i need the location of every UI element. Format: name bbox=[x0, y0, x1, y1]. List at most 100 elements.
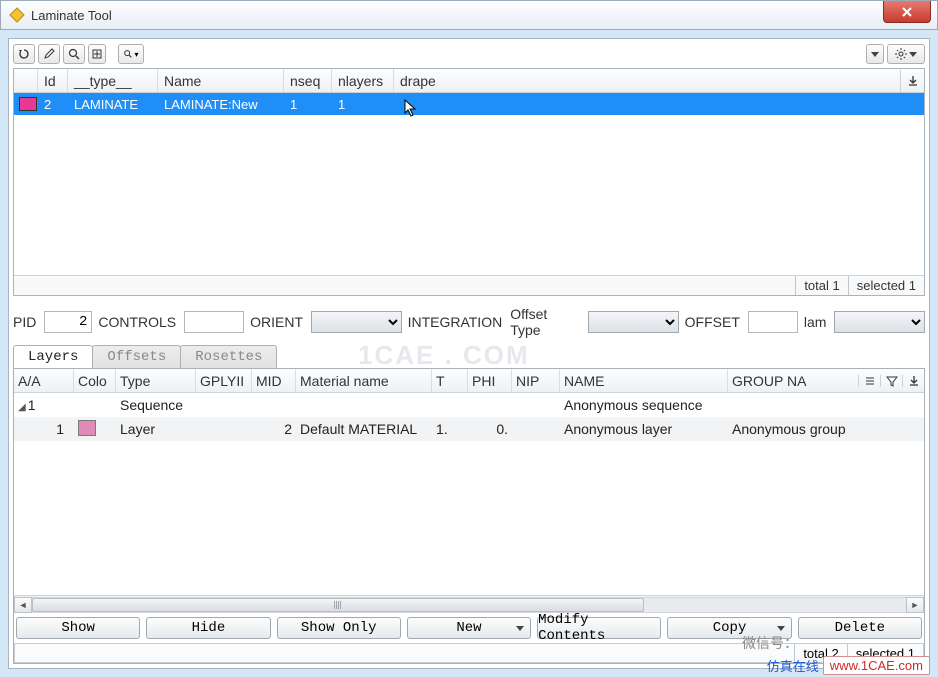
chevron-down-icon bbox=[909, 52, 917, 57]
refresh-button[interactable] bbox=[13, 44, 35, 64]
cell-group: Anonymous group bbox=[728, 421, 924, 437]
col-color[interactable]: Colo bbox=[74, 369, 116, 392]
scroll-left-button[interactable]: ◄ bbox=[14, 597, 32, 613]
orient-label: ORIENT bbox=[250, 314, 303, 330]
col-aa[interactable]: A/A bbox=[14, 369, 74, 392]
laminate-status-bar: total 1 selected 1 bbox=[14, 275, 924, 295]
cell-id: 2 bbox=[38, 97, 68, 112]
modify-contents-button[interactable]: Modify Contents bbox=[537, 617, 661, 639]
controls-input[interactable] bbox=[184, 311, 244, 333]
cell-phi: 0. bbox=[468, 421, 512, 437]
col-name[interactable]: NAME bbox=[560, 369, 728, 392]
download-button-2[interactable] bbox=[902, 375, 924, 387]
tab-offsets[interactable]: Offsets bbox=[92, 345, 181, 368]
cell-mid: 2 bbox=[252, 421, 296, 437]
integration-label: INTEGRATION bbox=[408, 314, 503, 330]
laminate-table: Id __type__ Name nseq nlayers drape 2 LA… bbox=[13, 68, 925, 296]
app-icon bbox=[9, 7, 25, 23]
new-button[interactable]: New bbox=[407, 617, 531, 639]
col-nip[interactable]: NIP bbox=[512, 369, 560, 392]
cell-type: Sequence bbox=[116, 397, 196, 413]
cell-nseq: 1 bbox=[284, 97, 332, 112]
cell-name: Anonymous layer bbox=[560, 421, 728, 437]
list-button[interactable] bbox=[858, 375, 880, 387]
status-selected: selected 1 bbox=[848, 276, 924, 295]
column-nlayers[interactable]: nlayers bbox=[332, 69, 394, 92]
watermark-cn: 仿真在线 bbox=[767, 656, 819, 675]
scroll-track[interactable] bbox=[32, 597, 906, 613]
laminate-table-body[interactable]: 2 LAMINATE LAMINATE:New 1 1 bbox=[14, 93, 924, 275]
table-row[interactable]: ◢1 Sequence Anonymous sequence bbox=[14, 393, 924, 417]
scroll-thumb[interactable] bbox=[32, 598, 644, 612]
col-group[interactable]: GROUP NA bbox=[728, 369, 858, 392]
cell-name: LAMINATE:New bbox=[158, 97, 284, 112]
col-mid[interactable]: MID bbox=[252, 369, 296, 392]
lam-select[interactable] bbox=[834, 311, 925, 333]
offset-input[interactable] bbox=[748, 311, 798, 333]
scroll-right-button[interactable]: ► bbox=[906, 597, 924, 613]
toolbar: ▾ bbox=[13, 43, 925, 65]
download-icon bbox=[908, 375, 920, 387]
layers-panel: A/A Colo Type GPLYII MID Material name T… bbox=[13, 368, 925, 664]
cell-material: Default MATERIAL bbox=[296, 421, 432, 437]
magnifier-icon bbox=[123, 49, 133, 59]
collapse-icon[interactable]: ◢ bbox=[18, 402, 26, 413]
delete-button[interactable]: Delete bbox=[798, 617, 922, 639]
laminate-table-header: Id __type__ Name nseq nlayers drape bbox=[14, 69, 924, 93]
gear-icon bbox=[895, 48, 907, 60]
close-button[interactable] bbox=[883, 1, 931, 23]
tab-rosettes[interactable]: Rosettes bbox=[180, 345, 277, 368]
cell-type: Layer bbox=[116, 421, 196, 437]
zoom-button[interactable] bbox=[63, 44, 85, 64]
lam-label: lam bbox=[804, 314, 827, 330]
show-button[interactable]: Show bbox=[16, 617, 140, 639]
table-row[interactable]: 2 LAMINATE LAMINATE:New 1 1 bbox=[14, 93, 924, 115]
filter-button[interactable] bbox=[880, 375, 902, 387]
show-only-button[interactable]: Show Only bbox=[277, 617, 401, 639]
search-dropdown[interactable]: ▾ bbox=[118, 44, 144, 64]
table-row[interactable]: 1 Layer 2 Default MATERIAL 1. 0. Anonymo… bbox=[14, 417, 924, 441]
row-color-swatch bbox=[19, 97, 37, 111]
orient-select[interactable] bbox=[311, 311, 402, 333]
download-button[interactable] bbox=[900, 70, 924, 92]
pid-label: PID bbox=[13, 314, 36, 330]
col-type[interactable]: Type bbox=[116, 369, 196, 392]
status-total: total 1 bbox=[795, 276, 847, 295]
column-nseq[interactable]: nseq bbox=[284, 69, 332, 92]
cell-nlayers: 1 bbox=[332, 97, 394, 112]
layers-table-body[interactable]: ◢1 Sequence Anonymous sequence 1 Layer 2… bbox=[14, 393, 924, 595]
tab-layers[interactable]: Layers bbox=[13, 345, 93, 368]
magnifier-icon bbox=[68, 48, 80, 60]
expand-button[interactable] bbox=[88, 44, 106, 64]
offset-label: OFFSET bbox=[685, 314, 740, 330]
col-gply[interactable]: GPLYII bbox=[196, 369, 252, 392]
hide-button[interactable]: Hide bbox=[146, 617, 270, 639]
col-material[interactable]: Material name bbox=[296, 369, 432, 392]
chevron-down-icon bbox=[871, 52, 879, 57]
col-t[interactable]: T bbox=[432, 369, 468, 392]
expand-icon bbox=[92, 49, 102, 59]
pid-input[interactable] bbox=[44, 311, 92, 333]
titlebar: Laminate Tool bbox=[0, 0, 938, 30]
color-column[interactable] bbox=[14, 69, 38, 92]
watermark-bottom: 仿真在线 www.1CAE.com bbox=[767, 656, 930, 675]
download-icon bbox=[907, 75, 919, 87]
offset-type-select[interactable] bbox=[588, 311, 679, 333]
layer-color-swatch bbox=[78, 420, 96, 436]
edit-button[interactable] bbox=[38, 44, 60, 64]
column-type[interactable]: __type__ bbox=[68, 69, 158, 92]
pencil-icon bbox=[43, 48, 55, 60]
column-drape[interactable]: drape bbox=[394, 69, 448, 92]
col-phi[interactable]: PHI bbox=[468, 369, 512, 392]
refresh-icon bbox=[18, 48, 30, 60]
watermark-url: www.1CAE.com bbox=[823, 656, 930, 675]
column-id[interactable]: Id bbox=[38, 69, 68, 92]
controls-label: CONTROLS bbox=[98, 314, 176, 330]
tab-row: Layers Offsets Rosettes bbox=[13, 344, 925, 368]
close-icon bbox=[901, 6, 913, 18]
horizontal-scrollbar[interactable]: ◄ ► bbox=[14, 595, 924, 613]
settings-button[interactable] bbox=[887, 44, 925, 64]
window-title: Laminate Tool bbox=[31, 8, 112, 23]
column-name[interactable]: Name bbox=[158, 69, 284, 92]
options-dropdown[interactable] bbox=[866, 44, 884, 64]
